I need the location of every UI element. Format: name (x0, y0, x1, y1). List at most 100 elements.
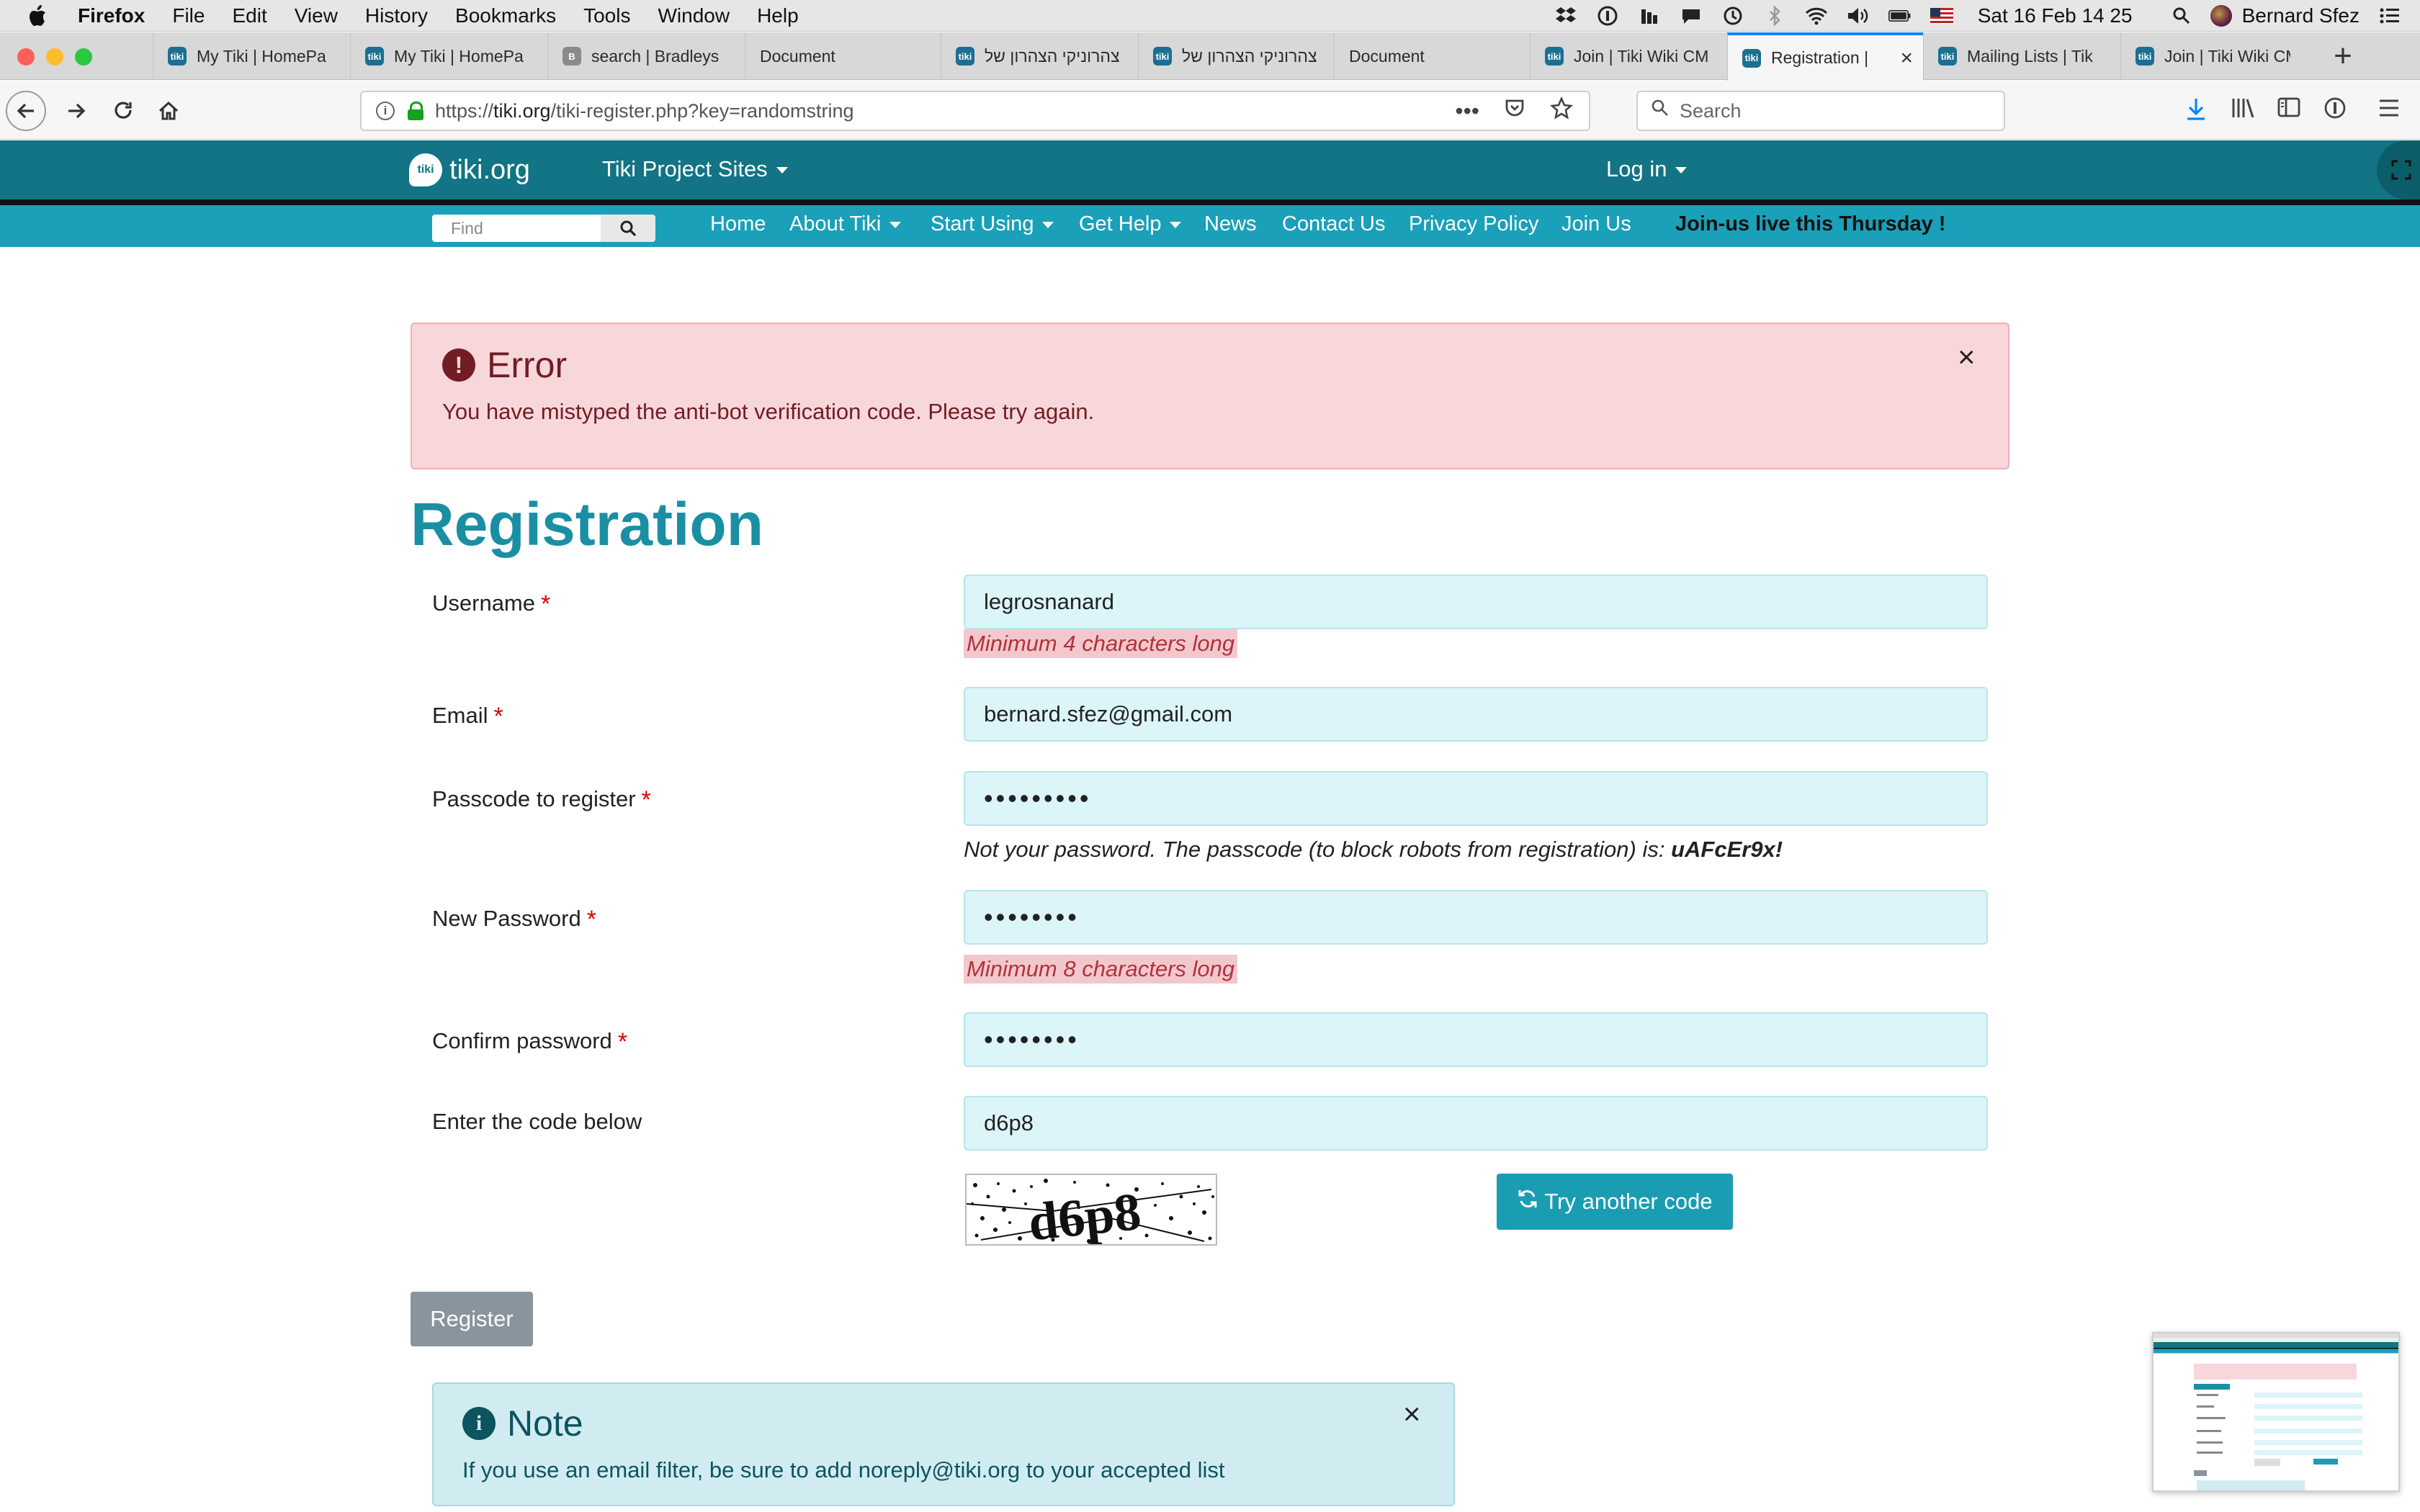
macos-menubar: Firefox File Edit View History Bookmarks… (0, 0, 2420, 32)
browser-tab[interactable]: tikiDocument (1334, 32, 1530, 80)
register-button[interactable]: Register (411, 1292, 533, 1346)
reload-button[interactable] (104, 91, 144, 131)
time-machine-icon[interactable] (1721, 6, 1744, 26)
new-password-field[interactable]: •••••••• (964, 890, 1988, 945)
tab-label: Document (1349, 46, 1425, 66)
menu-history[interactable]: History (365, 4, 428, 27)
notification-icon[interactable] (1680, 6, 1703, 26)
close-window-button[interactable] (17, 48, 35, 66)
password-manager-icon[interactable] (2323, 96, 2347, 126)
home-button[interactable] (148, 91, 189, 131)
nav-home[interactable]: Home (710, 212, 766, 236)
nav-news[interactable]: News (1204, 212, 1257, 236)
apple-menu-icon[interactable] (27, 4, 49, 28)
wifi-icon[interactable] (1805, 6, 1828, 26)
secure-lock-icon[interactable] (408, 102, 424, 120)
menu-app-name[interactable]: Firefox (78, 4, 145, 27)
menubar-clock[interactable]: Sat 16 Feb 14 25 (1978, 4, 2133, 27)
tiki-favicon-icon: tiki (1742, 48, 1761, 68)
browser-tab[interactable]: tiki Join | Tiki Wiki CM (1530, 32, 1727, 80)
project-sites-label: Tiki Project Sites (602, 156, 768, 181)
menu-help[interactable]: Help (757, 4, 799, 27)
forward-button[interactable] (56, 91, 97, 131)
close-tab-icon[interactable]: × (1900, 46, 1913, 71)
new-tab-button[interactable]: + (2325, 38, 2361, 74)
username-field[interactable]: legrosnanard (964, 575, 1988, 629)
bluetooth-icon[interactable] (1763, 6, 1786, 26)
user-avatar[interactable] (2210, 5, 2232, 27)
nav-about-label: About Tiki (789, 212, 882, 235)
email-field[interactable]: bernard.sfez@gmail.com (964, 687, 1988, 742)
menu-bookmarks[interactable]: Bookmarks (455, 4, 556, 27)
find-input[interactable]: Find (432, 215, 601, 242)
menu-window[interactable]: Window (658, 4, 730, 27)
tiki-favicon-icon: tiki (168, 47, 187, 66)
nav-contact-us[interactable]: Contact Us (1282, 212, 1385, 236)
nav-start-using[interactable]: Start Using (931, 212, 1054, 236)
close-icon[interactable]: × (1958, 340, 1976, 374)
url-bar[interactable]: i https://tiki.org/tiki-register.php?key… (360, 91, 1590, 131)
confirm-password-label: Confirm password * (432, 1028, 627, 1056)
browser-tab[interactable]: tiki My Tiki | HomePa (350, 32, 547, 80)
site-header: tiki tiki.org Tiki Project Sites Log in (0, 140, 2420, 199)
nav-about-tiki[interactable]: About Tiki (789, 212, 902, 236)
library-icon[interactable] (2231, 96, 2256, 126)
required-mark: * (541, 590, 551, 618)
spotlight-icon[interactable] (2170, 6, 2193, 26)
passcode-field[interactable]: ••••••••• (964, 771, 1988, 826)
us-flag-icon[interactable] (1930, 6, 1953, 26)
nav-join-us[interactable]: Join Us (1561, 212, 1631, 236)
menu-view[interactable]: View (295, 4, 338, 27)
fullscreen-icon[interactable] (2377, 140, 2420, 199)
maximize-window-button[interactable] (75, 48, 92, 66)
page-actions-icon[interactable]: ••• (1455, 98, 1479, 125)
chevron-down-icon (1675, 167, 1688, 174)
browser-tab[interactable]: tiki Join | Tiki Wiki CM (2120, 32, 2305, 80)
battery-icon[interactable] (1888, 6, 1912, 26)
1password-icon[interactable] (1596, 6, 1619, 26)
browser-tab[interactable]: tiki Mailing Lists | Tik (1923, 32, 2120, 80)
site-info-icon[interactable]: i (376, 102, 395, 120)
browser-tab[interactable]: Bsearch | Bradleys (547, 32, 745, 80)
browser-tab[interactable]: tiki Registration | × (1727, 32, 1923, 81)
browser-tab[interactable]: tikiDocument (745, 32, 941, 80)
back-button[interactable] (6, 91, 46, 131)
required-mark: * (617, 1028, 628, 1056)
screenshot-thumbnail[interactable] (2152, 1332, 2400, 1492)
close-icon[interactable]: × (1403, 1397, 1421, 1431)
note-title: Note (507, 1403, 583, 1444)
hamburger-menu-icon[interactable] (2378, 96, 2400, 125)
site-logo[interactable]: tiki tiki.org (409, 153, 530, 186)
sidebar-icon[interactable] (2277, 96, 2300, 125)
email-label-text: Email (432, 703, 488, 728)
refresh-icon (1517, 1188, 1538, 1216)
login-dropdown[interactable]: Log in (1606, 156, 1688, 182)
username-label: Username * (432, 590, 550, 618)
menubar-username[interactable]: Bernard Sfez (2242, 4, 2360, 27)
menu-tools[interactable]: Tools (583, 4, 630, 27)
notification-center-icon[interactable] (2378, 6, 2401, 26)
nav-promo-link[interactable]: Join-us live this Thursday ! (1675, 212, 1945, 236)
search-bar[interactable]: Search (1636, 91, 2005, 131)
menu-file[interactable]: File (172, 4, 205, 27)
menu-edit[interactable]: Edit (232, 4, 266, 27)
downloads-icon[interactable] (2185, 96, 2207, 127)
find-button[interactable] (601, 215, 655, 242)
bookmark-star-icon[interactable] (1549, 96, 1574, 125)
nav-get-help[interactable]: Get Help (1079, 212, 1182, 236)
browser-tab[interactable]: tiki צהרוניקי הצהרון של (1138, 32, 1334, 80)
captcha-code-field[interactable]: d6p8 (964, 1096, 1988, 1151)
minimize-window-button[interactable] (46, 48, 63, 66)
nav-privacy-policy[interactable]: Privacy Policy (1409, 212, 1539, 236)
project-sites-dropdown[interactable]: Tiki Project Sites (602, 156, 788, 182)
browser-tab[interactable]: tiki My Tiki | HomePa (153, 32, 350, 80)
confirm-password-field[interactable]: •••••••• (964, 1012, 1988, 1067)
stats-icon[interactable] (1638, 6, 1661, 26)
username-label-text: Username (432, 590, 535, 616)
browser-tab[interactable]: tiki צהרוניקי הצהרון של (941, 32, 1138, 80)
try-another-code-button[interactable]: Try another code (1497, 1174, 1733, 1230)
tab-label: My Tiki | HomePa (394, 46, 524, 66)
dropbox-icon[interactable] (1554, 6, 1577, 26)
volume-icon[interactable] (1847, 6, 1870, 26)
pocket-icon[interactable] (1504, 97, 1525, 125)
